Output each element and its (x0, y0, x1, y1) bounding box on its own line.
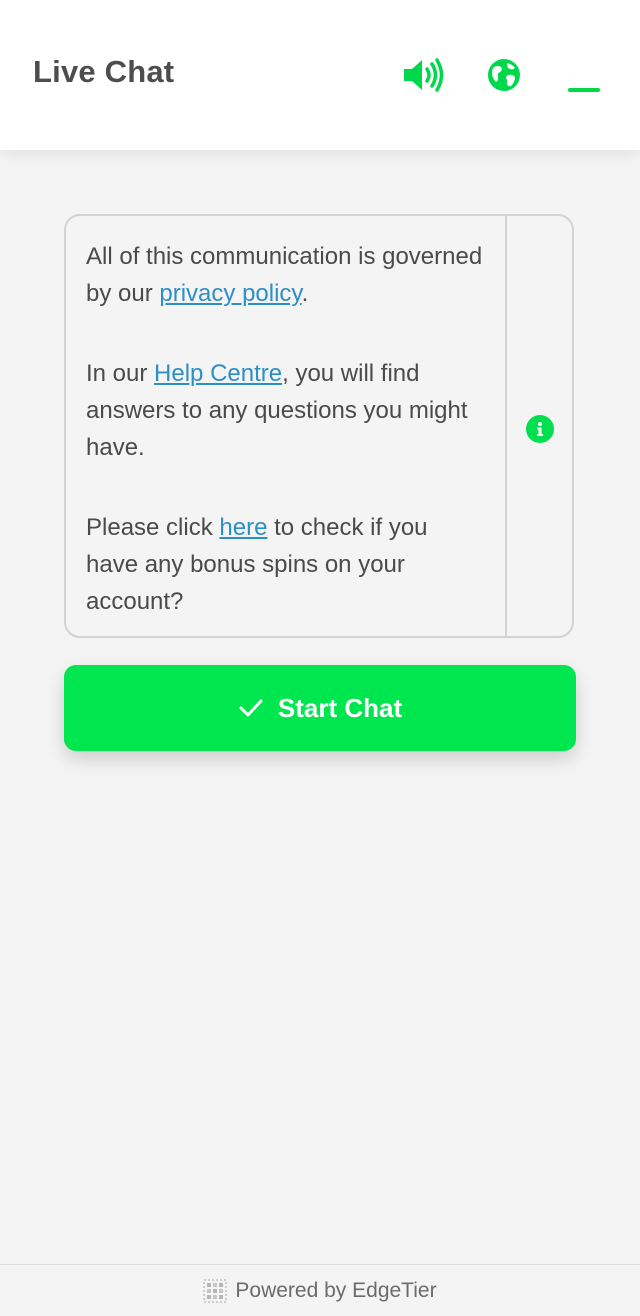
info-icon (537, 422, 543, 436)
footer: Powered by EdgeTier (0, 1264, 640, 1316)
volume-up-icon (404, 58, 444, 92)
info-button[interactable] (526, 415, 554, 443)
header-title: Live Chat (33, 54, 175, 89)
privacy-policy-link[interactable]: privacy policy (159, 280, 301, 307)
notice-text: All of this communication is governed by… (86, 238, 486, 636)
start-chat-label: Start Chat (277, 692, 403, 723)
edgetier-logo-icon (203, 1279, 227, 1303)
help-centre-link[interactable]: Help Centre (154, 360, 282, 387)
globe-icon (488, 59, 520, 91)
checkmark-icon (238, 697, 264, 719)
language-button[interactable] (481, 52, 527, 98)
bonus-spins-paragraph: Please click here to check if you have a… (86, 514, 428, 615)
notice-divider (505, 216, 507, 636)
powered-by-text: Powered by EdgeTier (235, 1278, 437, 1302)
sound-toggle-button[interactable] (400, 52, 446, 98)
privacy-paragraph: All of this communication is governed by… (86, 243, 483, 307)
chat-header: Live Chat (0, 0, 640, 150)
start-chat-button[interactable]: Start Chat (64, 665, 576, 751)
bonus-spins-link[interactable]: here (219, 514, 267, 541)
minimize-button[interactable] (561, 52, 607, 98)
info-notice-card: All of this communication is governed by… (64, 214, 574, 638)
help-centre-paragraph: In our Help Centre, you will find answer… (86, 360, 468, 461)
minimize-icon (568, 88, 600, 92)
